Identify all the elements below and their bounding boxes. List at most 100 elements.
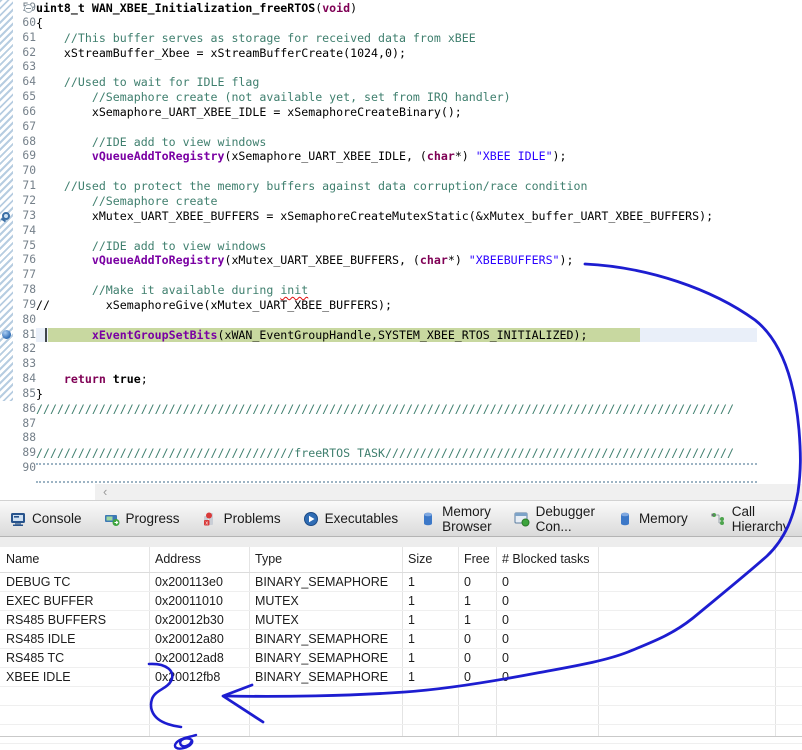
code-text: xEventGroupSetBits(xWAN_EventGroupHandle… — [91, 327, 588, 342]
table-cell: 0x20012fb8 — [155, 670, 221, 684]
tab-progress[interactable]: Progress — [104, 511, 180, 527]
line-number: 65 — [22, 90, 36, 104]
line-number: 63 — [22, 60, 36, 74]
tab-executables[interactable]: Executables — [303, 511, 399, 527]
line-number: 60 — [22, 15, 36, 29]
code-text: vQueueAddToRegistry(xMutex_UART_XBEE_BUF… — [91, 253, 574, 268]
line-number: 81 — [22, 327, 36, 341]
code-line[interactable]: 78 //Make it available during init — [0, 283, 802, 298]
line-number: 72 — [22, 193, 36, 207]
code-line[interactable]: 84 return true; — [0, 372, 802, 387]
scroll-left-icon[interactable]: ‹ — [103, 484, 107, 500]
code-line[interactable]: 69 vQueueAddToRegistry(xSemaphore_UART_X… — [0, 149, 802, 164]
column-header[interactable]: Free — [458, 552, 490, 566]
tab-memory[interactable]: Memory — [617, 511, 688, 527]
line-number: 67 — [22, 119, 36, 133]
code-text: //Make it available during init — [36, 283, 309, 298]
code-line[interactable]: 83 — [0, 357, 802, 372]
column-header[interactable]: Name — [0, 552, 39, 566]
code-line[interactable]: 85} — [0, 387, 802, 402]
tab-call-hierarchy[interactable]: Call Hierarchy — [710, 504, 789, 534]
line-number: 80 — [22, 312, 36, 326]
code-line[interactable]: 82 — [0, 342, 802, 357]
svg-text:x: x — [205, 520, 208, 526]
breakpoint-marker-icon[interactable] — [2, 330, 11, 340]
line-number: 79 — [22, 297, 36, 311]
line-number: 77 — [22, 268, 36, 282]
line-number: 76 — [22, 253, 36, 267]
fold-collapse-icon[interactable] — [24, 3, 33, 13]
line-number: 88 — [22, 431, 36, 445]
table-header-row: Name Address Type Size Free # Blocked tasks — [0, 547, 802, 573]
horizontal-scrollbar[interactable]: ‹ — [95, 484, 802, 500]
code-text: } — [36, 386, 43, 401]
code-line[interactable]: 87 — [0, 417, 802, 432]
tab-label: Debugger Con... — [535, 503, 595, 534]
magnifier-marker-icon[interactable] — [0, 211, 10, 223]
table-cell: 1 — [408, 632, 415, 646]
code-line[interactable]: 59uint8_t WAN_XBEE_Initialization_freeRT… — [0, 1, 802, 16]
code-line[interactable]: 67 — [0, 120, 802, 135]
table-row[interactable]: RS485 BUFFERS 0x20012b30 MUTEX 1 1 0 — [0, 611, 802, 630]
table-cell: 0 — [502, 613, 509, 627]
code-line[interactable]: 65 //Semaphore create (not available yet… — [0, 90, 802, 105]
column-header[interactable]: Address — [149, 552, 201, 566]
code-line[interactable]: 86//////////////////////////////////////… — [0, 402, 802, 417]
code-line[interactable]: 62 xStreamBuffer_Xbee = xStreamBufferCre… — [0, 46, 802, 61]
table-row[interactable]: RS485 IDLE 0x20012a80 BINARY_SEMAPHORE 1 0 0 — [0, 630, 802, 649]
line-number: 66 — [22, 104, 36, 118]
table-cell: 0 — [464, 575, 471, 589]
code-line[interactable]: 71 //Used to protect the memory buffers … — [0, 179, 802, 194]
column-header[interactable]: Size — [402, 552, 432, 566]
code-line[interactable]: 61 //This buffer serves as storage for r… — [0, 31, 802, 46]
column-header[interactable]: # Blocked tasks — [496, 552, 590, 566]
code-line[interactable]: 72 //Semaphore create — [0, 194, 802, 209]
code-line[interactable]: 63 — [0, 60, 802, 75]
table-cell: RS485 TC — [6, 651, 65, 665]
table-row[interactable]: EXEC BUFFER 0x20011010 MUTEX 1 1 0 — [0, 592, 802, 611]
code-text: ////////////////////////////////////////… — [36, 401, 735, 416]
code-line[interactable]: 81 xEventGroupSetBits(xWAN_EventGroupHan… — [0, 327, 802, 343]
column-header[interactable]: Type — [249, 552, 282, 566]
line-number: 90 — [22, 461, 36, 475]
freertos-queue-table[interactable]: Name Address Type Size Free # Blocked tasks DE… — [0, 547, 802, 744]
code-line[interactable]: 79// xSemaphoreGive(xMutex_UART_XBEE_BUF… — [0, 298, 802, 313]
empty-table-row — [0, 687, 802, 706]
code-line[interactable]: 80 — [0, 313, 802, 328]
table-row[interactable]: RS485 TC 0x20012ad8 BINARY_SEMAPHORE 1 0 0 — [0, 649, 802, 668]
code-editor[interactable]: 59uint8_t WAN_XBEE_Initialization_freeRT… — [0, 0, 802, 484]
empty-table-row — [0, 706, 802, 725]
table-row[interactable]: DEBUG TC 0x200113e0 BINARY_SEMAPHORE 1 0 0 — [0, 573, 802, 592]
tab-problems[interactable]: x Problems — [202, 511, 281, 527]
table-row[interactable]: XBEE IDLE 0x20012fb8 BINARY_SEMAPHORE 1 0 0 — [0, 668, 802, 687]
code-line[interactable]: 75 //IDE add to view windows — [0, 239, 802, 254]
code-line[interactable]: 64 //Used to wait for IDLE flag — [0, 75, 802, 90]
memory-browser-icon — [420, 511, 436, 527]
table-cell: 1 — [464, 594, 471, 608]
code-line[interactable]: 66 xSemaphore_UART_XBEE_IDLE = xSemaphor… — [0, 105, 802, 120]
table-cell: 0x20012a80 — [155, 632, 224, 646]
table-cell: MUTEX — [255, 594, 299, 608]
memory-icon — [617, 511, 633, 527]
code-line[interactable]: 73 xMutex_UART_XBEE_BUFFERS = xSemaphore… — [0, 209, 802, 224]
code-line[interactable]: 68 //IDE add to view windows — [0, 135, 802, 150]
code-text: xSemaphore_UART_XBEE_IDLE = xSemaphoreCr… — [36, 104, 462, 119]
code-line[interactable]: 76 vQueueAddToRegistry(xMutex_UART_XBEE_… — [0, 253, 802, 268]
code-line[interactable]: 74 — [0, 224, 802, 239]
table-cell: 0 — [464, 670, 471, 684]
tab-console[interactable]: Console — [10, 511, 82, 527]
code-line[interactable]: 89/////////////////////////////////////f… — [0, 446, 802, 461]
code-line[interactable]: 60{ — [0, 16, 802, 31]
table-cell: 0x20011010 — [155, 594, 223, 608]
tab-memory-browser[interactable]: Memory Browser — [420, 504, 492, 534]
line-number: 89 — [22, 446, 36, 460]
code-line[interactable]: 77 — [0, 268, 802, 283]
tab-debugger-con[interactable]: Debugger Con... — [514, 504, 595, 534]
code-line[interactable]: 70 — [0, 164, 802, 179]
line-number: 64 — [22, 75, 36, 89]
table-cell: BINARY_SEMAPHORE — [255, 575, 389, 589]
tab-label: Executables — [324, 511, 399, 526]
table-cell: 0 — [464, 632, 471, 646]
code-line[interactable]: 88 — [0, 431, 802, 446]
table-cell: BINARY_SEMAPHORE — [255, 632, 389, 646]
